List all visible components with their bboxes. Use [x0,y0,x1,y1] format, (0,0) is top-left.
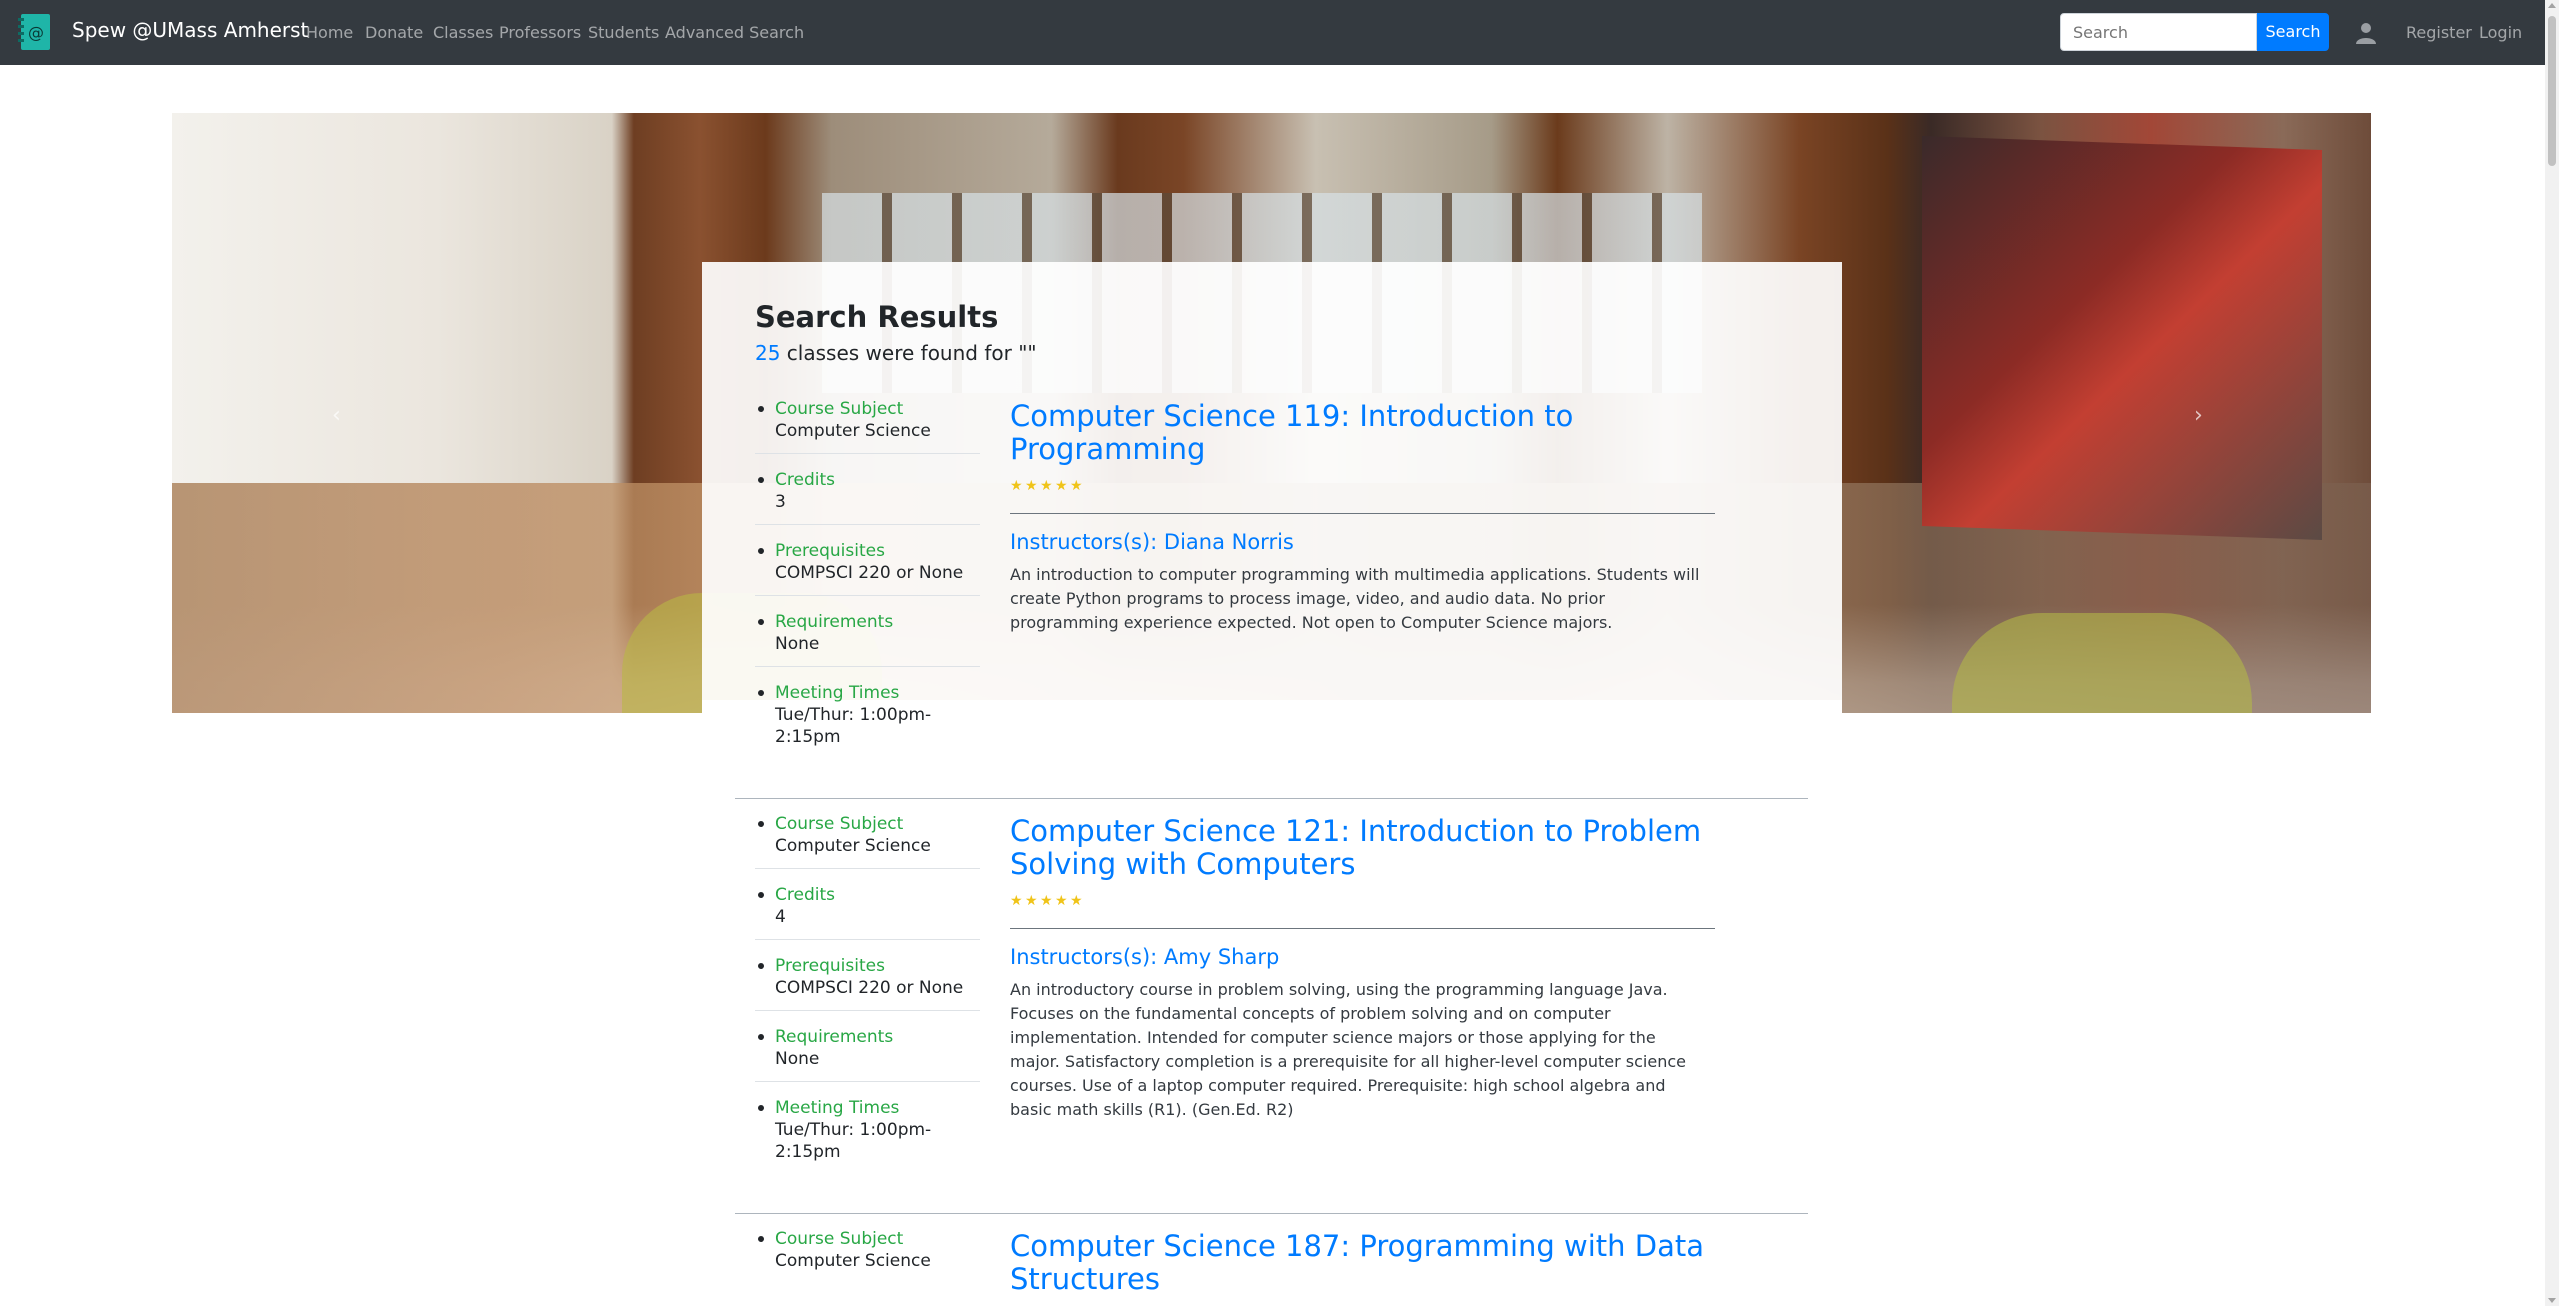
meta-value: Tue/Thur: 1:00pm-2:15pm [775,705,932,747]
user-icon[interactable] [2354,20,2378,44]
class-meta-list: Course Subject Computer Science [755,1228,980,1298]
meta-label: Meeting Times [775,683,900,703]
meta-label: Requirements [775,612,894,632]
navbar: @ Spew @UMass Amherst Home Donate Classe… [0,0,2545,65]
class-description: An introductory course in problem solvin… [1010,980,1686,1119]
carousel-prev-icon[interactable]: ‹ [332,403,352,428]
search-button[interactable]: Search [2257,13,2329,51]
nav-donate[interactable]: Donate [365,23,423,42]
carousel-next-icon[interactable]: › [2194,403,2214,428]
hero-chair [1952,613,2252,713]
meta-course-subject: Course Subject Computer Science [755,398,980,454]
meta-credits: Credits 4 [755,884,980,940]
meta-value: Tue/Thur: 1:00pm-2:15pm [775,1120,932,1162]
star-icon: ★ [1010,893,1023,909]
meta-meeting-times: Meeting Times Tue/Thur: 1:00pm-2:15pm [755,682,980,759]
divider [1010,513,1715,514]
meta-value: None [775,1049,820,1069]
star-icon: ★ [1010,478,1023,494]
meta-value: COMPSCI 220 or None [775,563,964,583]
meta-course-subject: Course Subject Computer Science [755,1228,980,1283]
meta-label: Course Subject [775,399,904,419]
meta-value: None [775,634,820,654]
scroll-down-arrow-icon[interactable] [2548,1298,2556,1303]
meta-value: Computer Science [775,1251,931,1271]
nav-login[interactable]: Login [2479,23,2522,42]
nav-students[interactable]: Students [588,23,659,42]
class-meta-list: Course Subject Computer Science Credits … [755,813,980,1189]
results-count-number: 25 [755,341,781,365]
meta-meeting-times: Meeting Times Tue/Thur: 1:00pm-2:15pm [755,1097,980,1174]
row-separator [735,798,1808,799]
notebook-logo-icon[interactable]: @ [18,13,51,51]
nav-professors[interactable]: Professors [499,23,581,42]
class-description: An introduction to computer programming … [1010,565,1700,632]
star-icon: ★ [1070,478,1083,494]
rating-stars: ★ ★ ★ ★ ★ [1010,894,1084,908]
class-title-link[interactable]: Computer Science 187: Programming with D… [1010,1230,1730,1296]
meta-prerequisites: Prerequisites COMPSCI 220 or None [755,955,980,1011]
page-title: Search Results [755,300,999,334]
instructors-link[interactable]: Instructors(s): Diana Norris [1010,530,1294,554]
meta-label: Requirements [775,1027,894,1047]
row-separator [735,1213,1808,1214]
nav-home[interactable]: Home [306,23,353,42]
meta-value: Computer Science [775,421,931,441]
divider [1010,928,1715,929]
results-count: 25 classes were found for "" [755,341,1037,365]
star-icon: ★ [1025,893,1038,909]
star-icon: ★ [1040,478,1053,494]
meta-course-subject: Course Subject Computer Science [755,813,980,869]
class-title-link[interactable]: Computer Science 119: Introduction to Pr… [1010,400,1730,466]
meta-label: Credits [775,470,835,490]
star-icon: ★ [1055,478,1068,494]
search-input[interactable] [2060,13,2257,51]
meta-label: Credits [775,885,835,905]
nav-advanced-search[interactable]: Advanced Search [665,23,804,42]
hero-display-screen [1922,136,2322,540]
svg-text:@: @ [28,23,44,42]
brand-name[interactable]: Spew @UMass Amherst [72,18,308,42]
star-icon: ★ [1040,893,1053,909]
scroll-up-arrow-icon[interactable] [2548,3,2556,8]
meta-label: Meeting Times [775,1098,900,1118]
star-icon: ★ [1025,478,1038,494]
results-count-text: classes were found for "" [780,341,1037,365]
meta-label: Prerequisites [775,956,885,976]
meta-label: Course Subject [775,814,904,834]
meta-credits: Credits 3 [755,469,980,525]
meta-requirements: Requirements None [755,1026,980,1082]
meta-value: Computer Science [775,836,931,856]
class-title-link[interactable]: Computer Science 121: Introduction to Pr… [1010,815,1730,881]
instructors-link[interactable]: Instructors(s): Amy Sharp [1010,945,1279,969]
star-icon: ★ [1055,893,1068,909]
nav-register[interactable]: Register [2406,23,2472,42]
meta-value: 4 [775,907,786,927]
meta-prerequisites: Prerequisites COMPSCI 220 or None [755,540,980,596]
meta-label: Prerequisites [775,541,885,561]
star-icon: ★ [1070,893,1083,909]
scroll-thumb[interactable] [2548,16,2556,166]
class-meta-list: Course Subject Computer Science Credits … [755,398,980,774]
page-scrollbar[interactable] [2545,0,2559,1306]
meta-value: COMPSCI 220 or None [775,978,964,998]
meta-requirements: Requirements None [755,611,980,667]
rating-stars: ★ ★ ★ ★ ★ [1010,479,1084,493]
meta-label: Course Subject [775,1229,904,1249]
nav-classes[interactable]: Classes [433,23,493,42]
meta-value: 3 [775,492,786,512]
